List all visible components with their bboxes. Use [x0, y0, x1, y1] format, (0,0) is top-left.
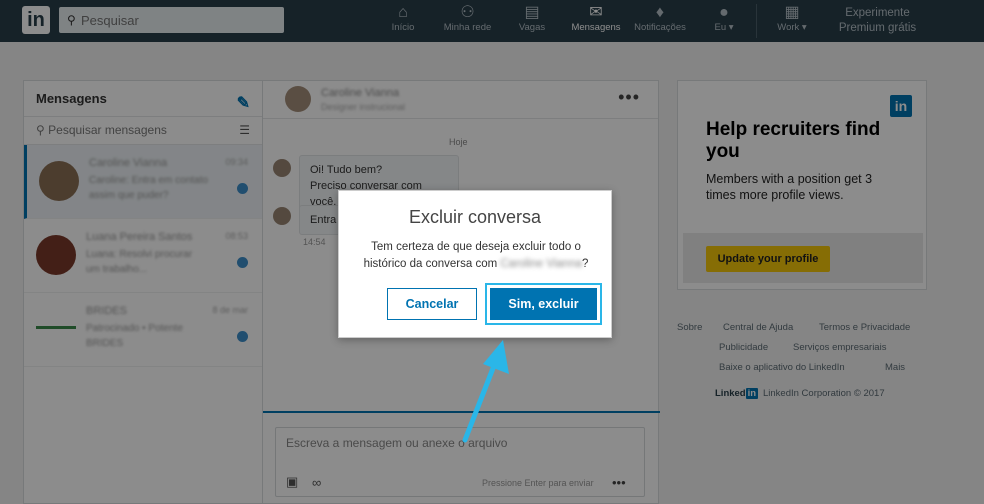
delete-conversation-dialog: Excluir conversa Tem certeza de que dese… [338, 190, 612, 338]
confirm-delete-button[interactable]: Sim, excluir [490, 288, 597, 320]
dialog-message: Tem certeza de que deseja excluir todo o… [349, 239, 603, 273]
modal-backdrop-top [0, 0, 984, 42]
blurred-contact-name: Caroline Vianna [500, 258, 582, 270]
dialog-title: Excluir conversa [408, 207, 542, 227]
cancel-button[interactable]: Cancelar [387, 288, 477, 320]
confirm-highlight: Sim, excluir [485, 283, 602, 325]
arrow-annotation-icon [462, 340, 509, 443]
